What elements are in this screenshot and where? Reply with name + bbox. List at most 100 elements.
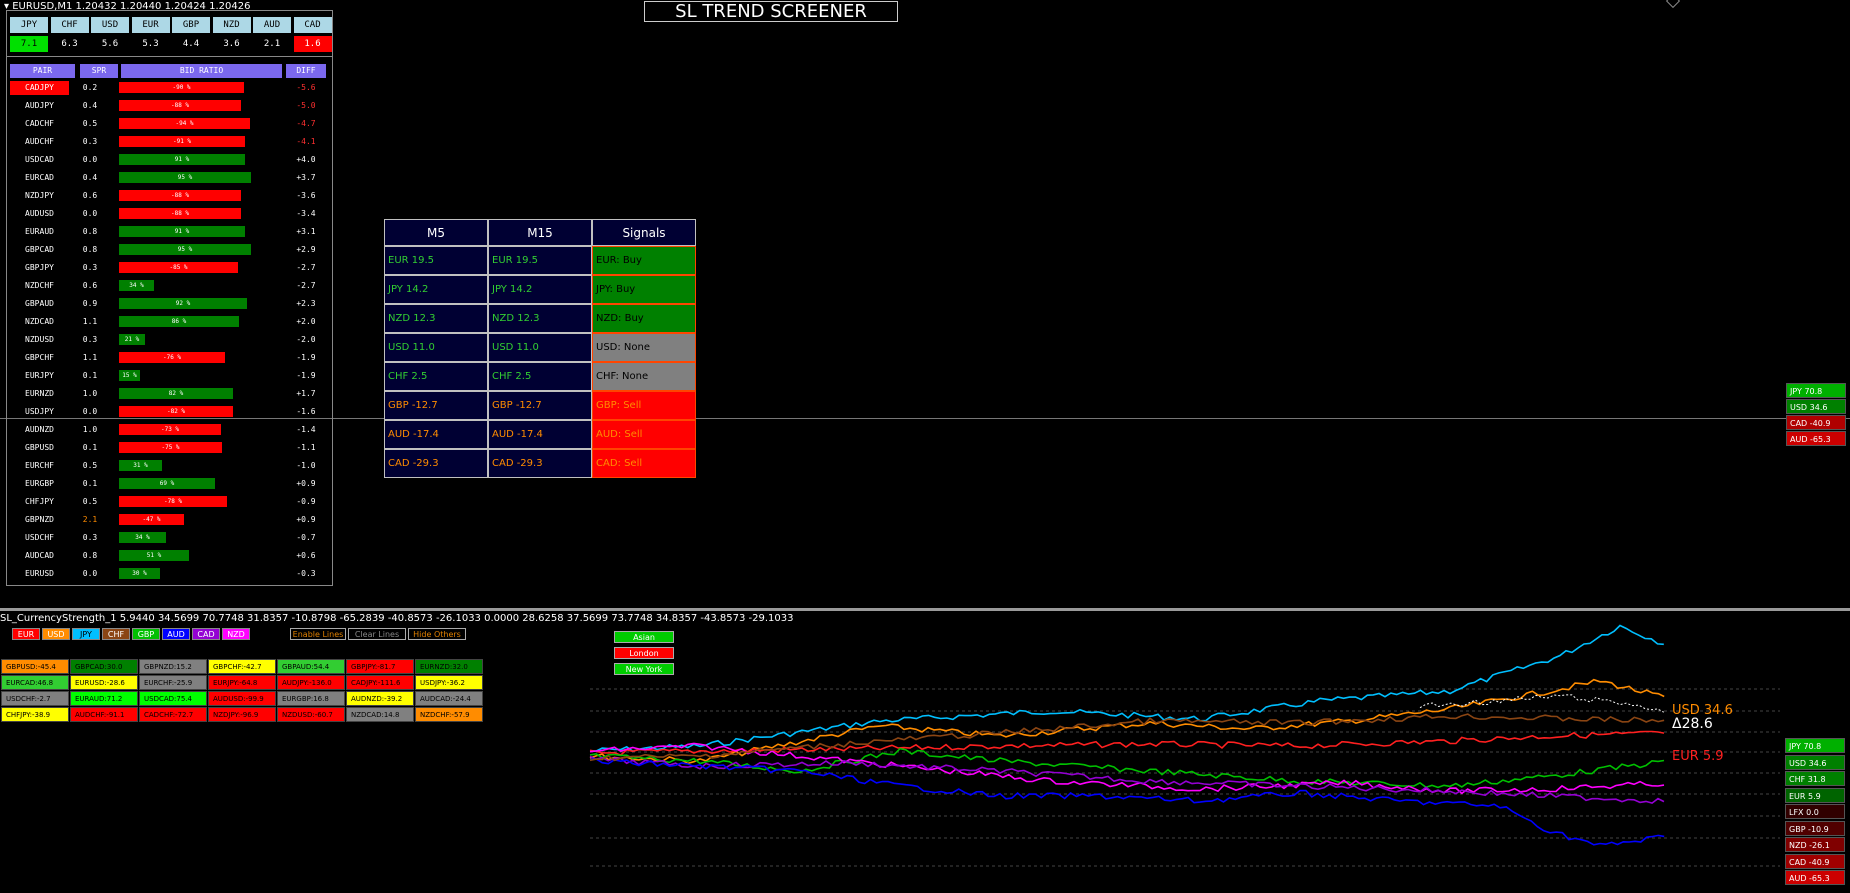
bid-ratio-bar: -91 % [119,136,245,147]
pair-row[interactable]: NZDCAD 1.1 86 % +2.0 [7,315,332,333]
signal-m5-cell: EUR 19.5 [384,246,488,275]
pair-spread: 0.0 [82,407,98,416]
pair-row[interactable]: EURUSD 0.0 30 % -0.3 [7,567,332,585]
pair-row[interactable]: GBPUSD 0.1 -75 % -1.1 [7,441,332,459]
pair-spread: 0.8 [82,551,98,560]
pair-row[interactable]: EURJPY 0.1 15 % -1.9 [7,369,332,387]
pair-name: NZDCHF [25,281,54,290]
signal-m15-cell: JPY 14.2 [488,275,592,304]
pair-row[interactable]: NZDCHF 0.6 34 % -2.7 [7,279,332,297]
pair-diff: +3.1 [296,227,316,236]
pair-row[interactable]: NZDUSD 0.3 21 % -2.0 [7,333,332,351]
pair-row[interactable]: GBPJPY 0.3 -85 % -2.7 [7,261,332,279]
bid-ratio-bar: -90 % [119,82,244,93]
pair-name: AUDCHF [25,137,54,146]
pair-diff: -2.7 [296,263,316,272]
pair-diff: -1.4 [296,425,316,434]
pair-diff: -2.7 [296,281,316,290]
pair-spread: 0.4 [82,101,98,110]
pair-name: EURAUD [25,227,54,236]
pair-name: USDCHF [25,533,54,542]
pair-row[interactable]: USDJPY 0.0 -82 % -1.6 [7,405,332,423]
strength-tag: USD 34.6 [1785,754,1845,770]
pair-spread: 1.1 [82,353,98,362]
bid-ratio-bar: -88 % [119,100,241,111]
pair-spread: 0.5 [82,119,98,128]
pair-row[interactable]: CADCHF 0.5 -94 % -4.7 [7,117,332,135]
bid-ratio-bar: -85 % [119,262,238,273]
pair-row[interactable]: GBPCAD 0.8 95 % +2.9 [7,243,332,261]
pair-spread: 0.1 [82,371,98,380]
pair-spread: 0.4 [82,173,98,182]
signals-header-m5: M5 [384,219,488,246]
currency-header: CHF [50,17,89,33]
signal-m15-cell: NZD 12.3 [488,304,592,333]
pair-spread: 0.5 [82,497,98,506]
pair-row[interactable]: GBPAUD 0.9 92 % +2.3 [7,297,332,315]
strength-tag: LFX 0.0 [1785,804,1845,819]
pair-spread: 0.3 [82,137,98,146]
pair-name: CADCHF [25,119,54,128]
pair-row[interactable]: CHFJPY 0.5 -78 % -0.9 [7,495,332,513]
pair-row[interactable]: EURCAD 0.4 95 % +3.7 [7,171,332,189]
pair-row[interactable]: GBPCHF 1.1 -76 % -1.9 [7,351,332,369]
signals-header-m15: M15 [488,219,592,246]
pair-diff: -1.9 [296,353,316,362]
pair-row[interactable]: GBPNZD 2.1 -47 % +0.9 [7,513,332,531]
signal-m5-cell: CHF 2.5 [384,362,488,391]
pair-diff: -1.9 [296,371,316,380]
pair-row[interactable]: EURNZD 1.0 82 % +1.7 [7,387,332,405]
pair-row[interactable]: EURCHF 0.5 31 % -1.0 [7,459,332,477]
pair-name: AUDJPY [25,101,54,110]
bid-ratio-bar: 21 % [119,334,145,345]
pair-name: GBPUSD [25,443,54,452]
pair-row[interactable]: NZDJPY 0.6 -88 % -3.6 [7,189,332,207]
currency-header: EUR [131,17,170,33]
pair-row[interactable]: AUDNZD 1.0 -73 % -1.4 [7,423,332,441]
pair-row[interactable]: AUDCHF 0.3 -91 % -4.1 [7,135,332,153]
pair-name: USDCAD [25,155,54,164]
pair-name: CHFJPY [25,497,54,506]
pair-spread: 0.8 [82,245,98,254]
currency-header: GBP [172,17,210,33]
pair-spread: 1.0 [82,389,98,398]
pair-diff: -4.1 [296,137,316,146]
currency-strength-value: 5.6 [101,39,119,49]
pair-spread: 0.0 [82,569,98,578]
pair-diff: -1.1 [296,443,316,452]
strength-line [589,758,1665,846]
pair-row[interactable]: EURAUD 0.8 91 % +3.1 [7,225,332,243]
pair-spread: 0.6 [82,281,98,290]
currency-strength-value: 4.4 [182,39,200,49]
pair-row[interactable]: USDCHF 0.3 34 % -0.7 [7,531,332,549]
pair-diff: -2.0 [296,335,316,344]
header-bid-ratio: BID RATIO [121,64,282,78]
header-diff: DIFF [286,64,326,78]
pair-spread: 0.0 [82,155,98,164]
pair-row[interactable]: CADJPY 0.2 -90 % -5.6 [7,81,332,99]
pair-name: EURUSD [25,569,54,578]
pair-diff: -4.7 [296,119,316,128]
signal-cell: CHF: None [592,362,696,391]
pair-row[interactable]: AUDUSD 0.0 -88 % -3.4 [7,207,332,225]
pair-spread: 0.3 [82,335,98,344]
signal-m5-cell: AUD -17.4 [384,420,488,449]
pair-row[interactable]: USDCAD 0.0 91 % +4.0 [7,153,332,171]
pair-row[interactable]: AUDCAD 0.8 51 % +0.6 [7,549,332,567]
signal-m5-cell: USD 11.0 [384,333,488,362]
strength-tag: JPY 70.8 [1786,383,1846,398]
strength-tag: USD 34.6 [1786,399,1846,414]
pair-row[interactable]: AUDJPY 0.4 -88 % -5.0 [7,99,332,117]
pair-diff: -1.6 [296,407,316,416]
signals-header-signals: Signals [592,219,696,246]
line-label: EUR 5.9 [1672,749,1724,764]
pair-row[interactable]: EURGBP 0.1 69 % +0.9 [7,477,332,495]
pair-diff: -0.3 [296,569,316,578]
bid-ratio-bar: 34 % [119,280,154,291]
pair-spread: 0.8 [82,227,98,236]
pair-spread: 1.0 [82,425,98,434]
pair-name: AUDCAD [25,551,54,560]
pair-spread: 0.0 [82,209,98,218]
pair-name: NZDUSD [25,335,54,344]
signal-m15-cell: EUR 19.5 [488,246,592,275]
